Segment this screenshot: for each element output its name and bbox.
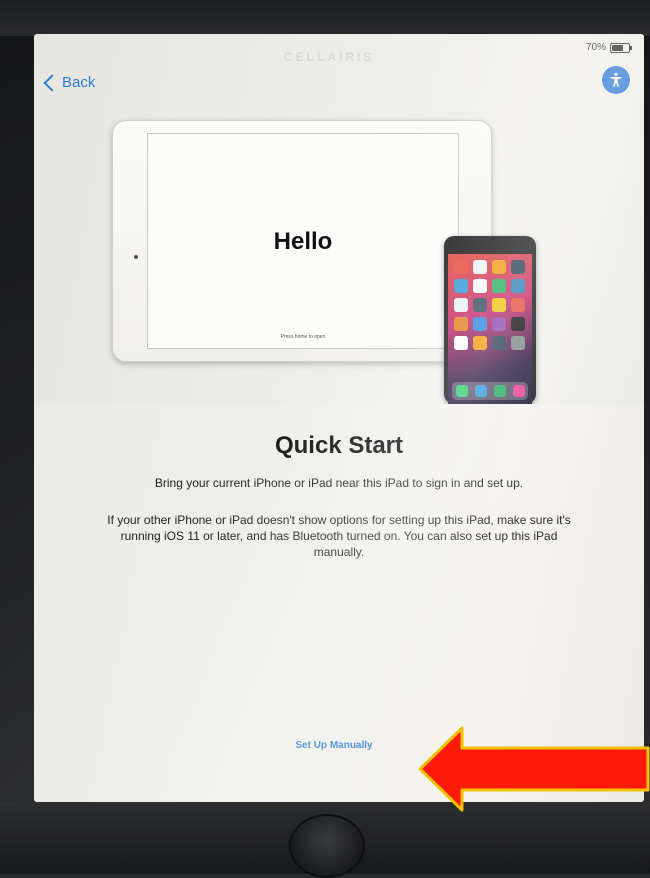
app-icon [511,279,525,293]
accessibility-icon [610,72,622,87]
app-icon [492,279,506,293]
battery-percent: 70% [585,42,606,53]
quick-start-illustration: Hello Press home to open [34,94,644,404]
ipad-device: CELLAIRIS 70% Back Hello Press home to o… [0,0,650,878]
page-title: Quick Start [274,432,404,459]
app-icon [473,279,487,293]
app-icon [511,317,525,331]
phone-app-icon [455,385,468,397]
iphone-illustration [444,236,536,404]
back-button[interactable]: Back [42,74,95,91]
ipad-screen: CELLAIRIS 70% Back Hello Press home to o… [34,34,644,802]
app-icon [492,298,506,312]
iphone-dock [452,382,528,400]
app-icon [511,260,525,274]
arrow-shape [418,726,650,812]
quick-start-subtitle: Bring your current iPhone or iPad near t… [154,476,524,490]
battery-icon [610,42,632,53]
home-button[interactable] [289,814,365,878]
red-arrow-annotation [418,726,650,812]
app-icon [454,298,468,312]
iphone-illustration-screen [448,254,532,404]
chevron-left-icon [43,74,61,91]
app-icon [473,298,487,312]
case-top-bezel [0,0,650,36]
ipad-illustration-screen: Hello Press home to open [147,133,459,349]
safari-app-icon [474,385,487,397]
app-icon [492,260,506,274]
app-icon [454,317,468,331]
app-icon [454,260,468,274]
quick-start-info: If your other iPhone or iPad doesn't sho… [107,513,571,559]
app-icon [454,279,468,293]
iphone-app-grid [454,260,525,350]
app-icon [492,317,506,331]
case-watermark: CELLAIRIS [284,50,375,64]
battery-status: 70% [585,42,632,53]
app-icon [473,336,487,350]
press-home-text: Press home to open [280,334,326,340]
back-label: Back [62,74,96,91]
ipad-camera-dot [134,255,138,259]
app-icon [473,317,487,331]
app-icon [473,260,487,274]
app-icon [454,336,468,350]
messages-app-icon [493,385,506,397]
app-icon [511,336,525,350]
set-up-manually-button[interactable]: Set Up Manually [274,740,394,751]
app-icon [492,336,506,350]
music-app-icon [512,385,525,397]
accessibility-button[interactable] [602,66,630,94]
hello-text: Hello [273,228,333,255]
app-icon [511,298,525,312]
ipad-illustration: Hello Press home to open [112,120,492,362]
